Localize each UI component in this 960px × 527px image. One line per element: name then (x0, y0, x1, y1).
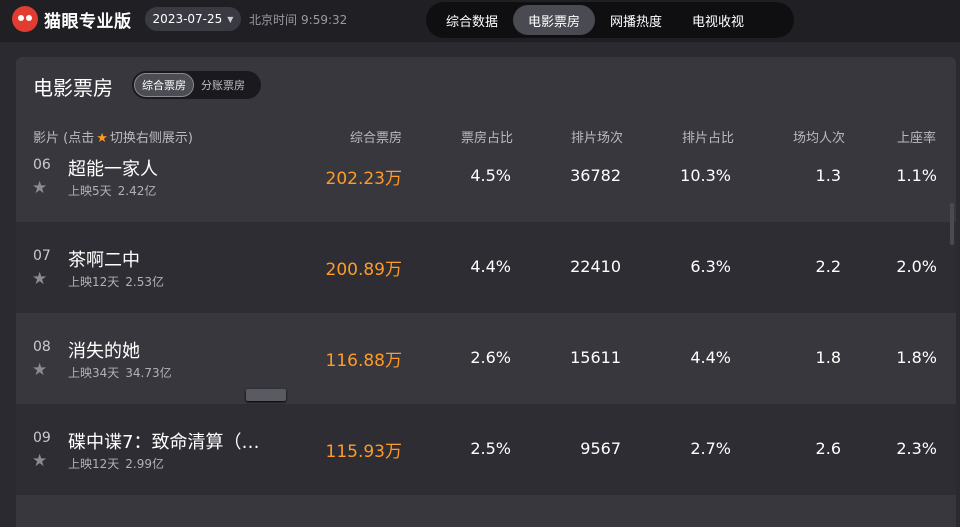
box-office-panel: 电影票房 综合票房 分账票房 影片 (点击 ★ 切换右侧展示) 综合票房 票房占比 … (16, 57, 956, 527)
film-name: 消失的她 (68, 341, 140, 362)
film-total: 2.42亿 (117, 184, 157, 198)
table-row[interactable]: 06 ★ 超能一家人 上映5天 2.42亿 202.23万 4.5% 36782 … (16, 156, 956, 222)
row-shows: 22410 (570, 257, 621, 276)
row-occupancy: 1.1% (896, 166, 937, 185)
scrollbar-thumb[interactable] (950, 203, 954, 245)
tab-box-office[interactable]: 电影票房 (513, 5, 596, 35)
star-icon: ★ (96, 131, 108, 146)
row-share: 2.5% (470, 439, 511, 458)
table-row[interactable]: 08 ★ 消失的她 上映34天 34.73亿 116.88万 2.6% 15611… (16, 313, 956, 404)
star-icon[interactable]: ★ (32, 269, 47, 289)
header-film-prefix: 影片 (点击 (33, 131, 95, 146)
header-show-pct[interactable]: 排片占比 (682, 127, 734, 146)
row-rank: 06 (33, 157, 51, 173)
film-meta: 上映5天 2.42亿 (68, 182, 156, 199)
row-avg-attendance: 1.8 (815, 348, 841, 367)
tab-streaming[interactable]: 网播热度 (595, 5, 677, 35)
table-row[interactable]: 09 ★ 碟中谍7：致命清算（… 上映12天 2.99亿 115.93万 2.5%… (16, 404, 956, 495)
film-days: 上映5天 (68, 184, 112, 198)
date-value: 2023-07-25 (152, 12, 223, 26)
film-meta: 上映34天 34.73亿 (68, 364, 172, 381)
hover-tooltip (246, 389, 286, 401)
row-gross: 115.93万 (325, 442, 402, 462)
header-film: 影片 (点击 ★ 切换右侧展示) (33, 127, 193, 146)
row-avg-attendance: 1.3 (815, 166, 841, 185)
main-nav: 综合数据 电影票房 网播热度 电视收视 (426, 2, 794, 38)
tab-tv-ratings[interactable]: 电视收视 (677, 5, 759, 35)
table-row[interactable]: 07 ★ 茶啊二中 上映12天 2.53亿 200.89万 4.4% 22410 … (16, 222, 956, 313)
tab-combined-gross[interactable]: 综合票房 (134, 73, 194, 97)
film-name: 碟中谍7：致命清算（… (68, 432, 260, 453)
row-gross: 200.89万 (325, 260, 402, 280)
row-avg-attendance: 2.2 (815, 257, 841, 276)
header-occupancy[interactable]: 上座率 (897, 127, 936, 146)
row-share: 4.5% (470, 166, 511, 185)
row-occupancy: 1.8% (896, 348, 937, 367)
row-shows: 15611 (570, 348, 621, 367)
tab-split-gross[interactable]: 分账票房 (194, 73, 252, 97)
table-header: 影片 (点击 ★ 切换右侧展示) 综合票房 票房占比 排片场次 排片占比 场均人次 … (16, 127, 956, 147)
row-occupancy: 2.3% (896, 439, 937, 458)
film-meta: 上映12天 2.53亿 (68, 273, 164, 290)
top-bar: 猫眼专业版 2023-07-25 ▼ 北京时间 9:59:32 综合数据 电影票房… (0, 0, 960, 42)
brand-logo[interactable]: 猫眼专业版 (12, 5, 132, 33)
tab-overview[interactable]: 综合数据 (431, 5, 513, 35)
film-days: 上映12天 (68, 275, 120, 289)
row-rank: 08 (33, 339, 51, 355)
film-total: 2.99亿 (125, 457, 165, 471)
clock-time: 9:59:32 (301, 13, 348, 27)
row-shows: 36782 (570, 166, 621, 185)
row-shows: 9567 (580, 439, 621, 458)
row-occupancy: 2.0% (896, 257, 937, 276)
row-rank: 09 (33, 430, 51, 446)
clock-label: 北京时间 (249, 13, 298, 27)
row-show-pct: 2.7% (690, 439, 731, 458)
row-share: 4.4% (470, 257, 511, 276)
row-gross: 202.23万 (325, 169, 402, 189)
header-film-suffix: 切换右侧展示) (109, 131, 193, 146)
film-meta: 上映12天 2.99亿 (68, 455, 164, 472)
row-show-pct: 4.4% (690, 348, 731, 367)
star-icon[interactable]: ★ (32, 360, 47, 380)
row-rank: 07 (33, 248, 51, 264)
film-name: 超能一家人 (68, 159, 158, 180)
date-picker[interactable]: 2023-07-25 ▼ (145, 7, 241, 31)
header-gross[interactable]: 综合票房 (350, 127, 402, 146)
cat-logo-icon (12, 6, 38, 32)
film-list: 06 ★ 超能一家人 上映5天 2.42亿 202.23万 4.5% 36782 … (16, 156, 956, 495)
header-shows[interactable]: 排片场次 (571, 127, 623, 146)
row-share: 2.6% (470, 348, 511, 367)
star-icon[interactable]: ★ (32, 451, 47, 471)
star-icon[interactable]: ★ (32, 178, 47, 198)
beijing-clock: 北京时间 9:59:32 (249, 11, 347, 28)
film-total: 34.73亿 (125, 366, 172, 380)
header-share[interactable]: 票房占比 (461, 127, 513, 146)
film-days: 上映34天 (68, 366, 120, 380)
panel-title: 电影票房 (33, 76, 113, 100)
row-avg-attendance: 2.6 (815, 439, 841, 458)
box-office-type-switch: 综合票房 分账票房 (132, 71, 261, 99)
film-name: 茶啊二中 (68, 250, 140, 271)
chevron-down-icon: ▼ (227, 14, 234, 24)
film-days: 上映12天 (68, 457, 120, 471)
header-avg-attendance[interactable]: 场均人次 (793, 127, 845, 146)
row-show-pct: 10.3% (680, 166, 731, 185)
row-show-pct: 6.3% (690, 257, 731, 276)
film-total: 2.53亿 (125, 275, 165, 289)
brand-name: 猫眼专业版 (44, 11, 132, 32)
row-gross: 116.88万 (325, 351, 402, 371)
